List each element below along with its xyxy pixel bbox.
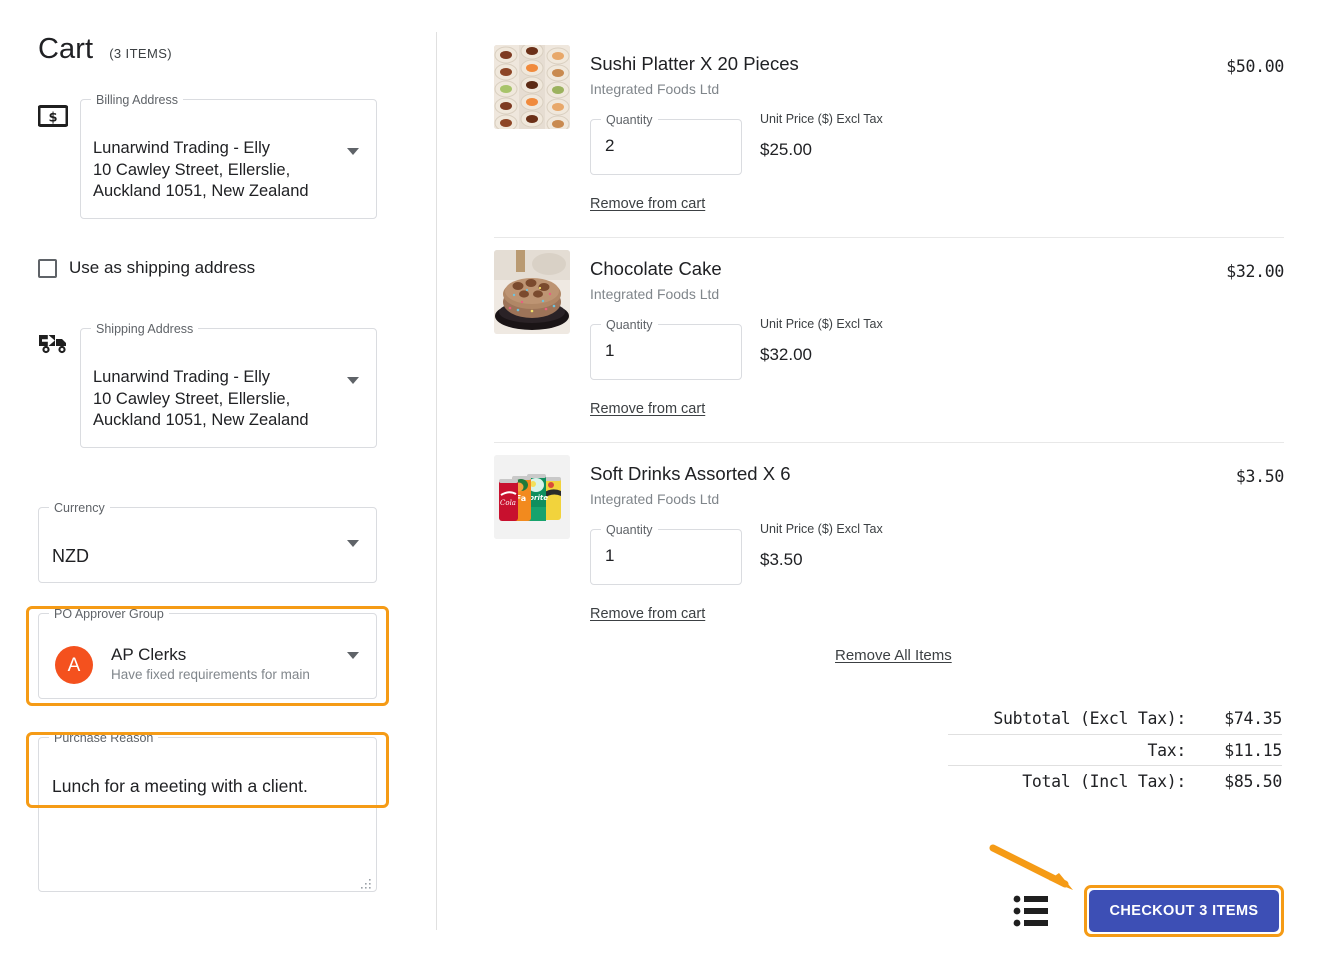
quantity-legend: Quantity [601, 522, 658, 538]
order-list-icon[interactable] [1013, 894, 1049, 933]
shipping-address-line-1: Lunarwind Trading - Elly [93, 367, 333, 389]
money-note-icon: $ [38, 104, 68, 133]
shipping-address-select[interactable]: Shipping Address Lunarwind Trading - Ell… [80, 328, 377, 448]
avatar: A [55, 646, 93, 684]
billing-address-line-2: 10 Cawley Street, Ellerslie, [93, 160, 333, 182]
cart-details-panel: Cart (3 ITEMS) $ Billing Address Lunarwi… [0, 0, 436, 958]
cart-item-name[interactable]: Chocolate Cake [590, 258, 1150, 280]
total-value: $85.50 [1204, 772, 1282, 791]
shipping-address-line-2: 10 Cawley Street, Ellerslie, [93, 389, 333, 411]
total-row: Total (Incl Tax): $85.50 [948, 765, 1282, 796]
currency-select[interactable]: Currency NZD [38, 507, 377, 583]
quantity-legend: Quantity [601, 112, 658, 128]
cart-item-vendor: Integrated Foods Ltd [590, 80, 1150, 98]
cart-item-count: (3 ITEMS) [109, 46, 172, 61]
remove-from-cart-link[interactable]: Remove from cart [590, 401, 705, 417]
unit-price-value: $25.00 [760, 140, 883, 160]
subtotal-row: Subtotal (Excl Tax): $74.35 [948, 703, 1282, 734]
cart-page: Cart (3 ITEMS) $ Billing Address Lunarwi… [0, 0, 1317, 958]
po-approver-group-name: AP Clerks [111, 644, 343, 666]
use-as-shipping-address-label: Use as shipping address [69, 258, 255, 278]
chevron-down-icon[interactable] [347, 148, 359, 155]
unit-price-label: Unit Price ($) Excl Tax [760, 112, 883, 126]
shipping-address-legend: Shipping Address [91, 321, 198, 337]
cart-item-separator [494, 237, 1284, 238]
cart-item-name[interactable]: Soft Drinks Assorted X 6 [590, 463, 1150, 485]
shipping-address-line-3: Auckland 1051, New Zealand [93, 410, 333, 432]
remove-from-cart-link[interactable]: Remove from cart [590, 196, 705, 212]
chevron-down-icon[interactable] [347, 377, 359, 384]
tax-value: $11.15 [1204, 741, 1282, 760]
cart-item-name[interactable]: Sushi Platter X 20 Pieces [590, 53, 1150, 75]
tax-label: Tax: [948, 741, 1204, 760]
resize-grip-icon[interactable] [361, 876, 371, 886]
chevron-down-icon[interactable] [347, 540, 359, 547]
unit-price-value: $32.00 [760, 345, 883, 365]
purchase-reason-textarea[interactable]: Purchase Reason Lunch for a meeting with… [38, 737, 377, 892]
svg-text:Cola: Cola [500, 499, 516, 507]
unit-price-value: $3.50 [760, 550, 883, 570]
chocolate-cake-thumbnail [494, 250, 570, 334]
billing-address-line-3: Auckland 1051, New Zealand [93, 181, 333, 203]
billing-address-legend: Billing Address [91, 92, 183, 108]
page-title: Cart [38, 33, 93, 66]
quantity-input[interactable]: Quantity 2 [590, 119, 742, 175]
unit-price-label: Unit Price ($) Excl Tax [760, 317, 883, 331]
billing-address-line-1: Lunarwind Trading - Elly [93, 138, 333, 160]
quantity-value: 1 [605, 546, 614, 566]
avatar-initial: A [68, 656, 81, 675]
subtotal-label: Subtotal (Excl Tax): [948, 709, 1204, 728]
cart-item-vendor: Integrated Foods Ltd [590, 285, 1150, 303]
cart-item-vendor: Integrated Foods Ltd [590, 490, 1150, 508]
use-as-shipping-address-row[interactable]: Use as shipping address [38, 258, 255, 278]
cart-item-line-total: $50.00 [1226, 57, 1284, 76]
remove-all-items-link[interactable]: Remove All Items [835, 647, 952, 664]
quantity-input[interactable]: Quantity 1 [590, 324, 742, 380]
cart-header: Cart (3 ITEMS) [38, 33, 172, 66]
billing-address-select[interactable]: Billing Address Lunarwind Trading - Elly… [80, 99, 377, 219]
quantity-input[interactable]: Quantity 1 [590, 529, 742, 585]
order-totals: Subtotal (Excl Tax): $74.35 Tax: $11.15 … [948, 703, 1282, 796]
delivery-truck-icon [38, 331, 72, 362]
cart-item-line-total: $3.50 [1236, 467, 1284, 486]
use-as-shipping-address-checkbox[interactable] [38, 259, 57, 278]
currency-legend: Currency [49, 500, 110, 516]
soft-drinks-thumbnail: Sprite Fa Cola [494, 455, 570, 539]
remove-from-cart-link[interactable]: Remove from cart [590, 606, 705, 622]
po-approver-group-description: Have fixed requirements for main [111, 666, 343, 684]
cart-item-separator [494, 442, 1284, 443]
purchase-reason-legend: Purchase Reason [49, 730, 158, 746]
purchase-reason-value: Lunch for a meeting with a client. [52, 776, 308, 797]
unit-price-label: Unit Price ($) Excl Tax [760, 522, 883, 536]
checkout-button[interactable]: CHECKOUT 3 ITEMS [1089, 890, 1279, 932]
subtotal-value: $74.35 [1204, 709, 1282, 728]
tax-row: Tax: $11.15 [948, 734, 1282, 765]
po-approver-group-select[interactable]: PO Approver Group A AP Clerks Have fixed… [38, 613, 377, 699]
cart-items-panel: Sushi Platter X 20 Pieces Integrated Foo… [436, 0, 1317, 958]
quantity-value: 2 [605, 136, 614, 156]
total-label: Total (Incl Tax): [948, 772, 1204, 791]
cart-item-line-total: $32.00 [1226, 262, 1284, 281]
quantity-legend: Quantity [601, 317, 658, 333]
sushi-platter-thumbnail [494, 45, 570, 129]
svg-text:$: $ [48, 111, 57, 126]
quantity-value: 1 [605, 341, 614, 361]
chevron-down-icon[interactable] [347, 652, 359, 659]
po-approver-group-legend: PO Approver Group [49, 606, 169, 622]
currency-value: NZD [52, 546, 89, 568]
